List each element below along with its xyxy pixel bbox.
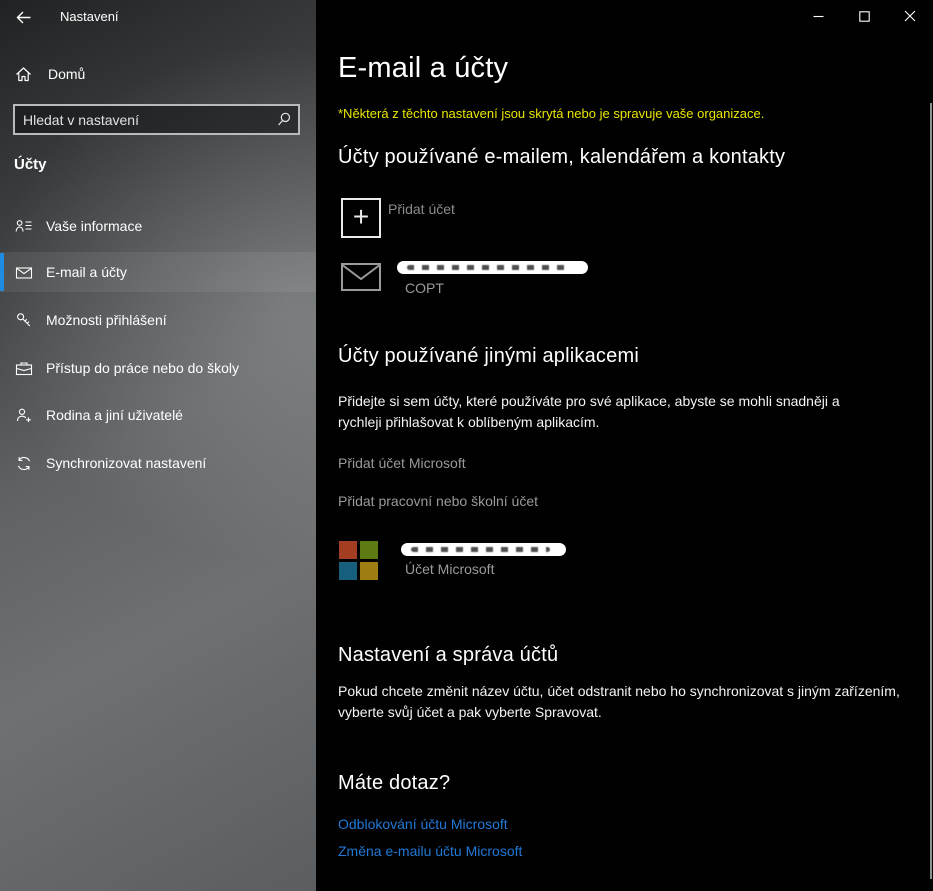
sync-icon <box>15 455 33 472</box>
ms-logo-square-blue <box>339 562 357 580</box>
manage-accounts-description: Pokud chcete změnit název účtu, účet ods… <box>338 681 931 723</box>
plus-icon: + <box>353 203 369 231</box>
ms-logo-square-red <box>339 541 357 559</box>
search-input[interactable] <box>15 112 270 128</box>
page-title: E-mail a účty <box>338 52 508 85</box>
managed-by-organization-notice: *Některá z těchto nastavení jsou skrytá … <box>338 106 764 121</box>
add-work-school-account-link[interactable]: Přidat pracovní nebo školní účet <box>338 493 538 509</box>
unblock-microsoft-account-link[interactable]: Odblokování účtu Microsoft <box>338 816 508 832</box>
search-icon <box>270 111 298 128</box>
ms-logo-square-yellow <box>360 562 378 580</box>
sidebar-item-label: Synchronizovat nastavení <box>46 455 206 471</box>
sidebar-section-title: Účty <box>14 156 47 173</box>
maximize-button[interactable] <box>841 0 887 32</box>
section-heading-manage-accounts: Nastavení a správa účtů <box>338 644 558 667</box>
close-icon <box>904 10 916 22</box>
sidebar-item-label: Možnosti přihlášení <box>46 312 167 328</box>
microsoft-logo <box>339 541 378 580</box>
ms-logo-square-green <box>360 541 378 559</box>
sidebar-item-work-school-access[interactable]: Přístup do práce nebo do školy <box>0 348 316 388</box>
other-apps-description: Přidejte si sem účty, které používáte pr… <box>338 391 843 433</box>
minimize-icon <box>813 11 824 22</box>
microsoft-account-row[interactable]: Účet Microsoft <box>339 540 899 582</box>
contact-info-icon <box>15 218 33 235</box>
change-microsoft-account-email-link[interactable]: Změna e-mailu účtu Microsoft <box>338 843 522 859</box>
section-heading-email-calendar-contacts: Účty používané e-mailem, kalendářem a ko… <box>338 146 785 169</box>
sidebar-item-home[interactable]: Domů <box>8 58 298 90</box>
envelope-icon <box>341 263 381 291</box>
add-account-button[interactable]: + <box>341 198 381 238</box>
main-content: E-mail a účty *Některá z těchto nastaven… <box>316 0 933 891</box>
sidebar-item-label: Rodina a jiní uživatelé <box>46 407 183 423</box>
vertical-scrollbar[interactable] <box>930 103 932 879</box>
add-microsoft-account-link[interactable]: Přidat účet Microsoft <box>338 455 466 471</box>
sidebar-item-family-other-users[interactable]: Rodina a jiní uživatelé <box>0 395 316 435</box>
home-icon <box>15 66 32 83</box>
add-account-label[interactable]: Přidat účet <box>388 201 455 217</box>
sidebar-item-sync-settings[interactable]: Synchronizovat nastavení <box>0 443 316 483</box>
maximize-icon <box>859 11 870 22</box>
back-arrow-icon <box>15 9 32 26</box>
person-add-icon <box>15 407 33 424</box>
briefcase-icon <box>15 360 33 377</box>
minimize-button[interactable] <box>795 0 841 32</box>
redacted-email-address <box>397 261 588 274</box>
email-icon <box>15 264 33 281</box>
sidebar: Nastavení Domů Účty Vaše informace <box>0 0 316 891</box>
settings-window: Nastavení Domů Účty Vaše informace <box>0 0 933 891</box>
account-subtitle: Účet Microsoft <box>405 561 494 577</box>
sidebar-titlebar: Nastavení <box>0 0 316 32</box>
key-icon <box>15 312 33 329</box>
sidebar-item-home-label: Domů <box>48 66 85 82</box>
back-button[interactable] <box>8 4 38 30</box>
selected-accent-bar <box>0 253 4 291</box>
sidebar-item-label: E-mail a účty <box>46 264 127 280</box>
section-heading-have-question: Máte dotaz? <box>338 772 450 795</box>
settings-search-box[interactable] <box>13 104 300 135</box>
redacted-email-address <box>401 543 566 556</box>
close-button[interactable] <box>887 0 933 32</box>
sidebar-item-email-accounts[interactable]: E-mail a účty <box>0 252 316 292</box>
sidebar-item-signin-options[interactable]: Možnosti přihlášení <box>0 300 316 340</box>
account-subtitle: COPT <box>405 280 444 296</box>
sidebar-item-label: Přístup do práce nebo do školy <box>46 360 239 376</box>
email-account-row[interactable]: COPT <box>341 260 901 300</box>
section-heading-other-apps: Účty používané jinými aplikacemi <box>338 345 639 368</box>
window-controls <box>795 0 933 32</box>
window-title: Nastavení <box>60 9 119 24</box>
sidebar-item-your-info[interactable]: Vaše informace <box>0 206 316 246</box>
sidebar-item-label: Vaše informace <box>46 218 142 234</box>
